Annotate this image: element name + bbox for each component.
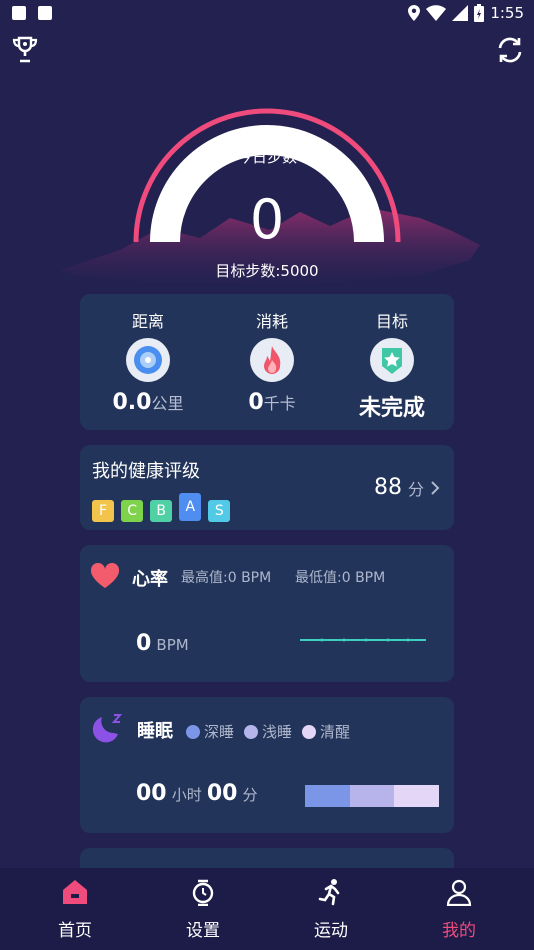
stat-title: 目标: [375, 312, 408, 331]
stat-value: 未完成: [358, 396, 425, 421]
stats-card: 距离 0.0公里 消耗 0千卡 目标 未完成: [80, 294, 454, 430]
stat-value: 0千卡: [248, 390, 296, 415]
heart-unit: BPM: [156, 636, 189, 654]
legend-deep: 深睡: [186, 721, 234, 742]
stat-unit: 千卡: [263, 394, 296, 413]
heart-rate-card[interactable]: 心率 最高值:0 BPM 最低值:0 BPM 0 BPM: [80, 545, 454, 682]
sleep-title: 睡眠: [137, 721, 173, 742]
person-icon: [446, 879, 472, 907]
grade-badge: S: [208, 500, 231, 522]
tab-label: 首页: [58, 921, 92, 941]
sleep-card[interactable]: 睡眠 深睡 浅睡 清醒 00 小时 00 分: [80, 697, 454, 833]
heart-min: 最低值:0 BPM: [295, 570, 386, 586]
stat-unit: 公里: [151, 394, 184, 413]
heart-rate-line: [300, 638, 426, 642]
grade-badge: C: [121, 500, 144, 522]
stat-title: 距离: [131, 312, 164, 331]
step-target: 目标步数:5000: [215, 262, 319, 280]
star-badge-icon: [370, 338, 414, 382]
wifi-icon: [426, 5, 447, 21]
bottom-tab-bar: 首页 设置 运动 我的: [0, 868, 534, 950]
stat-value: 0.0公里: [112, 390, 184, 415]
moon-icon: [92, 714, 123, 743]
location-icon: [408, 5, 421, 21]
status-bar: 1:55: [0, 0, 534, 28]
notification-icon: [12, 6, 26, 20]
sleep-legend: 深睡 浅睡 清醒: [186, 721, 350, 742]
step-count: 0: [249, 188, 285, 251]
health-score: 88 分: [374, 475, 440, 500]
health-title: 我的健康评级: [92, 461, 200, 482]
grade-badges: F C B A S: [92, 493, 232, 522]
sleep-duration: 00 小时 00 分: [136, 781, 258, 806]
home-icon: [63, 880, 87, 904]
heart-icon: [90, 563, 120, 588]
sleep-bar-awake: [394, 785, 440, 807]
sync-icon[interactable]: [496, 36, 524, 68]
clock: 1:55: [490, 4, 524, 22]
battery-icon: [474, 4, 485, 22]
heart-title: 心率: [132, 569, 168, 590]
grade-badge: F: [92, 500, 114, 522]
stat-title: 消耗: [255, 312, 288, 331]
health-rating-card[interactable]: 我的健康评级 F C B A S 88 分: [80, 445, 454, 530]
flame-icon: [250, 338, 294, 382]
heart-value: 0 BPM: [136, 631, 189, 656]
trophy-icon[interactable]: [12, 36, 38, 68]
tab-label: 我的: [442, 921, 476, 941]
runner-icon: [318, 879, 340, 906]
tab-label: 运动: [314, 921, 348, 941]
tab-settings[interactable]: 设置: [136, 878, 270, 941]
distance-icon: [126, 338, 170, 382]
sleep-bar-deep: [305, 785, 350, 807]
step-gauge: 今日步数 0 目标步数:5000: [0, 100, 534, 300]
score-unit: 分: [407, 479, 424, 499]
sleep-bar-light: [349, 785, 395, 807]
score-value: 88: [373, 475, 402, 500]
grade-badge: B: [150, 500, 173, 522]
tab-label: 设置: [186, 921, 220, 941]
tab-mine[interactable]: 我的: [392, 878, 526, 941]
legend-light: 浅睡: [244, 721, 292, 742]
signal-icon: [452, 5, 469, 21]
grade-badge-active: A: [179, 493, 202, 521]
gauge-title: 今日步数: [236, 148, 297, 166]
tab-sport[interactable]: 运动: [264, 878, 398, 941]
watch-icon: [192, 879, 214, 907]
notification-icon: [38, 6, 52, 20]
heart-max: 最高值:0 BPM: [181, 570, 272, 586]
tab-home[interactable]: 首页: [8, 878, 142, 941]
legend-awake: 清醒: [302, 721, 350, 742]
sleep-bar: [305, 785, 440, 807]
chevron-right-icon: [431, 480, 440, 495]
